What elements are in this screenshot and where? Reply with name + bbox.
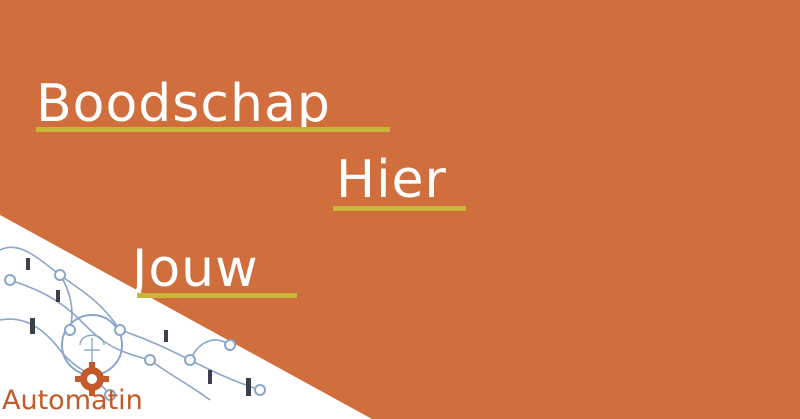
- banner-canvas: Boodschap Hier Jouw Automatin: [0, 0, 800, 419]
- headline-underline-3: [137, 293, 297, 298]
- brand-logo-text: Automatin: [2, 385, 143, 416]
- headline-word-3: Jouw: [132, 239, 259, 299]
- network-illustration: [0, 215, 372, 419]
